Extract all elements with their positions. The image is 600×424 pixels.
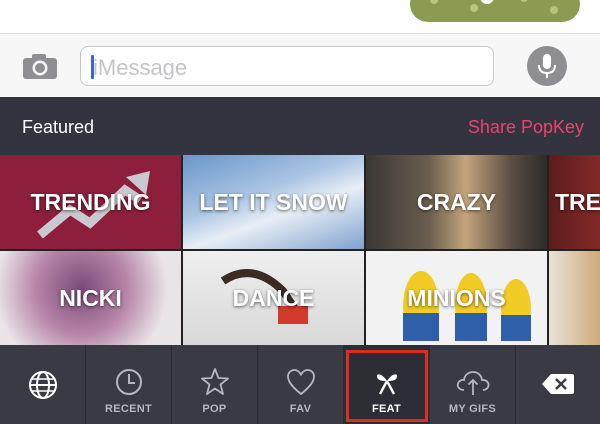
gif-tile-let-it-snow[interactable]: LET IT SNOW <box>183 155 364 249</box>
chat-area <box>0 0 600 33</box>
tab-globe[interactable] <box>0 345 86 424</box>
gif-tile-dog[interactable] <box>549 251 600 345</box>
message-field[interactable]: iMessage <box>80 46 494 86</box>
gif-tile-dance[interactable]: DANCE <box>183 251 364 345</box>
gif-tile-crazy[interactable]: CRAZY <box>366 155 547 249</box>
tab-label: POP <box>202 403 227 415</box>
gif-tile-nicki[interactable]: NICKI <box>0 251 181 345</box>
tile-label: DANCE <box>232 285 315 311</box>
tab-recent[interactable]: RECENT <box>86 345 172 424</box>
clock-icon <box>115 369 142 395</box>
tab-fav[interactable]: FAV <box>258 345 344 424</box>
tile-label: LET IT SNOW <box>199 189 348 215</box>
tab-feat[interactable]: FEAT <box>344 345 430 424</box>
heart-icon <box>286 369 315 396</box>
tab-label: FAV <box>289 403 312 415</box>
tab-pop[interactable]: POP <box>172 345 258 424</box>
tile-label: TREA <box>555 189 600 215</box>
tile-label: TRENDING <box>30 189 151 215</box>
tile-label: CRAZY <box>416 189 497 215</box>
backspace-icon <box>542 374 574 394</box>
star-icon <box>200 368 229 395</box>
tab-my-gifs[interactable]: MY GIFS <box>430 345 516 424</box>
tab-label: RECENT <box>104 403 153 415</box>
backspace-key[interactable] <box>516 345 600 424</box>
tab-label: MY GIFS <box>448 403 497 415</box>
featured-header: Featured Share PopKey <box>0 97 600 155</box>
ribbon-icon <box>376 374 397 395</box>
microphone-button[interactable] <box>527 46 567 86</box>
cloud-upload-icon <box>456 371 489 395</box>
tile-label: MINIONS <box>407 285 506 311</box>
gif-tile-trending[interactable]: TRENDING <box>0 155 181 249</box>
globe-icon <box>28 371 57 399</box>
camera-icon[interactable] <box>20 51 60 81</box>
gif-tile-partial[interactable]: TREA <box>549 155 600 249</box>
microphone-icon <box>538 54 556 78</box>
gif-tile-minions[interactable]: MINIONS <box>366 251 547 345</box>
keyboard-tab-bar: RECENT POP FAV FEAT MY GIFS <box>0 345 600 424</box>
message-placeholder: iMessage <box>93 55 188 80</box>
message-input-bar: iMessage <box>0 33 600 97</box>
tab-label: FEAT <box>371 403 402 415</box>
section-title: Featured <box>22 117 95 137</box>
share-popkey-link[interactable]: Share PopKey <box>468 117 584 138</box>
gif-grid: TRENDING LET IT SNOW CRAZY TREA NICKI DA… <box>0 155 600 345</box>
tile-label: NICKI <box>59 285 122 311</box>
message-bubble[interactable] <box>410 0 580 22</box>
popkey-keyboard-screen: iMessage Featured Share PopKey TRENDING … <box>0 0 600 424</box>
